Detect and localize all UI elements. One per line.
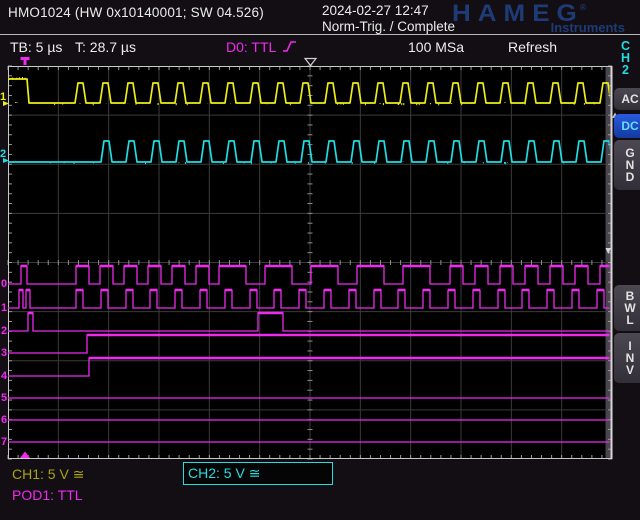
svg-text:7: 7 [1,436,7,448]
device-title: HMO1024 (HW 0x10140001; SW 04.526) [8,5,264,20]
svg-text:5: 5 [1,392,7,404]
header-divider [0,34,640,35]
trigger-time-readout: T: 28.7 µs [75,39,136,55]
registered-mark: ® [580,3,587,12]
trigger-status: Norm-Trig. / Complete [322,19,455,34]
gnd-coupling-button[interactable]: GND [614,140,640,190]
ac-coupling-button[interactable]: AC [614,88,640,110]
svg-text:6: 6 [1,414,7,426]
svg-text:0: 0 [1,278,7,290]
svg-text:4: 4 [1,370,8,382]
dc-coupling-button[interactable]: DC [614,114,640,138]
oscilloscope-screen: 1201234567 HMO1024 (HW 0x10140001; SW 04… [0,0,640,520]
ch1-scale-label: CH1: 5 V ≅ [12,466,84,483]
pod1-label: POD1: TTL [12,487,83,503]
sidebar-channel-label: CH2 [621,40,630,76]
svg-text:1: 1 [1,302,7,314]
ch2-scale-label-selected[interactable]: CH2: 5 V ≅ [183,462,333,485]
acquisition-mode-readout: Refresh [508,39,557,55]
timebase-readout: TB: 5 µs [10,39,62,55]
trigger-source-readout: D0: TTL [226,39,297,55]
sample-rate-readout: 100 MSa [408,39,464,55]
svg-text:2: 2 [1,325,7,337]
hameg-logo-subtitle: Instruments [551,20,625,35]
scope-display: 1201234567 [0,0,640,520]
svg-text:3: 3 [1,347,7,359]
ch1-coupling-icon: ≅ [73,466,85,482]
invert-button[interactable]: INV [614,333,640,383]
datetime: 2024-02-27 12:47 [322,3,429,18]
rising-edge-icon [282,39,297,54]
ch2-coupling-icon: ≅ [249,465,261,481]
bandwidth-limit-button[interactable]: BWL [614,285,640,331]
